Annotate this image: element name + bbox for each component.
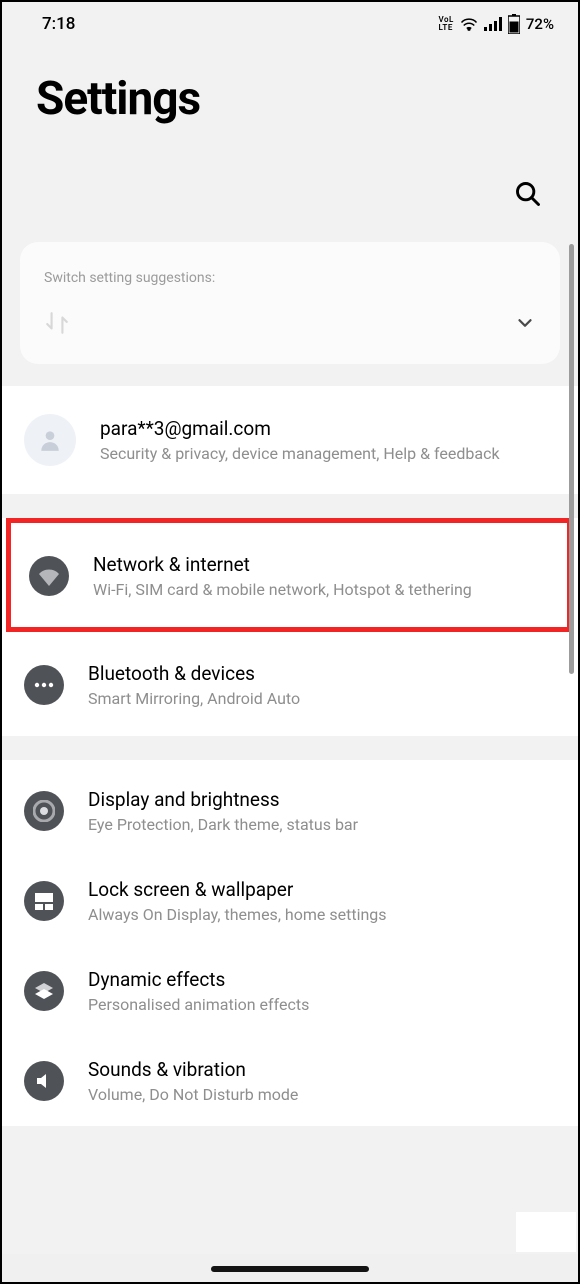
account-email: para**3@gmail.com bbox=[100, 417, 554, 440]
row-sub: Smart Mirroring, Android Auto bbox=[88, 689, 554, 708]
row-sub: Personalised animation effects bbox=[88, 995, 554, 1014]
search-icon bbox=[514, 180, 542, 208]
status-time: 7:18 bbox=[42, 14, 75, 34]
lockscreen-wallpaper-row[interactable]: Lock screen & wallpaper Always On Displa… bbox=[2, 856, 578, 946]
person-icon bbox=[37, 427, 63, 453]
row-sub: Wi-Fi, SIM card & mobile network, Hotspo… bbox=[93, 580, 547, 599]
wifi-circle-icon bbox=[29, 556, 69, 596]
account-row[interactable]: para**3@gmail.com Security & privacy, de… bbox=[2, 386, 578, 494]
chevron-down-icon[interactable] bbox=[514, 312, 536, 338]
swap-icon bbox=[44, 310, 70, 340]
sound-icon bbox=[24, 1061, 64, 1101]
dynamic-effects-row[interactable]: Dynamic effects Personalised animation e… bbox=[2, 946, 578, 1036]
account-sub: Security & privacy, device management, H… bbox=[100, 444, 554, 463]
wallpaper-icon bbox=[24, 881, 64, 921]
row-sub: Eye Protection, Dark theme, status bar bbox=[88, 815, 554, 834]
signal-icon bbox=[484, 17, 502, 31]
row-title: Dynamic effects bbox=[88, 968, 554, 991]
suggestions-label: Switch setting suggestions: bbox=[44, 270, 536, 286]
wifi-icon bbox=[460, 17, 478, 31]
status-indicators: VoLLTE 72% bbox=[439, 14, 554, 34]
display-brightness-row[interactable]: Display and brightness Eye Protection, D… bbox=[2, 760, 578, 856]
display-icon bbox=[24, 791, 64, 831]
row-sub: Volume, Do Not Disturb mode bbox=[88, 1085, 554, 1104]
suggestions-card[interactable]: Switch setting suggestions: bbox=[20, 242, 560, 364]
navigation-handle[interactable] bbox=[211, 1266, 369, 1272]
scrollbar-thumb[interactable] bbox=[569, 244, 574, 674]
battery-percent: 72% bbox=[526, 15, 554, 33]
page-title: Settings bbox=[2, 44, 578, 138]
bluetooth-devices-row[interactable]: Bluetooth & devices Smart Mirroring, And… bbox=[2, 632, 578, 736]
account-section: para**3@gmail.com Security & privacy, de… bbox=[2, 386, 578, 494]
decorative bbox=[516, 1212, 576, 1252]
row-title: Network & internet bbox=[93, 553, 547, 576]
battery-icon bbox=[508, 14, 520, 34]
personalization-section: Display and brightness Eye Protection, D… bbox=[2, 760, 578, 1126]
layers-icon bbox=[24, 971, 64, 1011]
row-title: Lock screen & wallpaper bbox=[88, 878, 554, 901]
avatar bbox=[24, 414, 76, 466]
search-button[interactable] bbox=[514, 180, 542, 212]
row-title: Sounds & vibration bbox=[88, 1058, 554, 1081]
connectivity-section: Network & internet Wi-Fi, SIM card & mob… bbox=[2, 518, 578, 736]
row-title: Bluetooth & devices bbox=[88, 662, 554, 685]
network-internet-row[interactable]: Network & internet Wi-Fi, SIM card & mob… bbox=[6, 518, 572, 632]
row-sub: Always On Display, themes, home settings bbox=[88, 905, 554, 924]
volte-icon: VoLLTE bbox=[439, 16, 454, 32]
sounds-vibration-row[interactable]: Sounds & vibration Volume, Do Not Distur… bbox=[2, 1036, 578, 1126]
row-title: Display and brightness bbox=[88, 788, 554, 811]
more-circle-icon bbox=[24, 665, 64, 705]
status-bar: 7:18 VoLLTE 72% bbox=[2, 2, 578, 44]
